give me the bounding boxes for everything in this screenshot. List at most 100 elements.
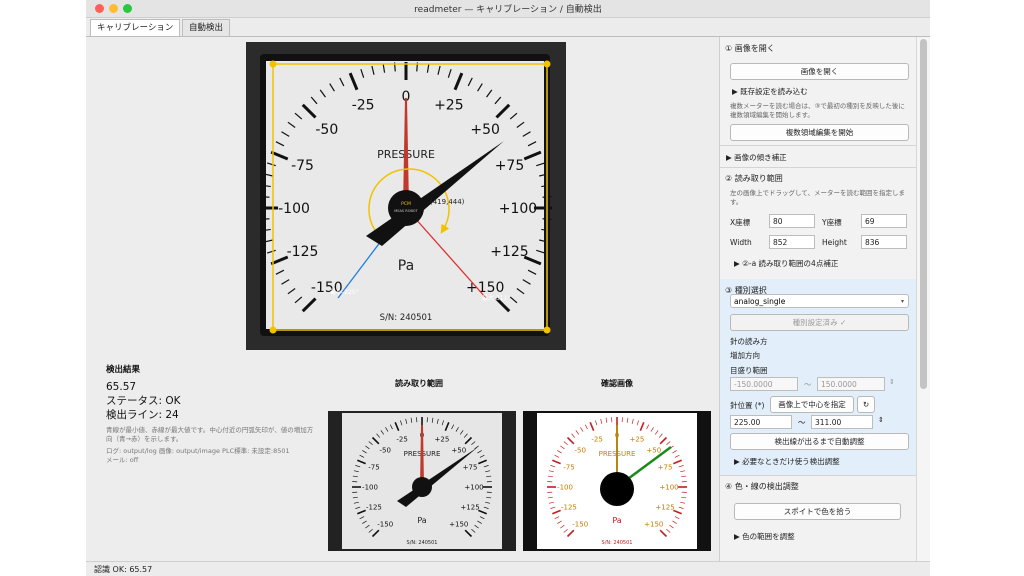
title-bar: readmeter — キャリブレーション / 自動検出 [86, 0, 930, 18]
gauge-minor-tick [260, 218, 270, 221]
thumb1-ticks-tick-label: -100 [362, 484, 378, 492]
thumb1-ticks-tick-label: +75 [463, 464, 478, 472]
gauge-unit: Pa [398, 258, 414, 274]
height-label: Height [822, 238, 847, 247]
gauge-tick-label: -125 [287, 244, 319, 260]
dropper-button[interactable]: スポイトで色を拾う [734, 503, 901, 520]
gauge-image[interactable]: -150 -125 -100 -75 -50 -25 0 +25 +50 +75 +100 +125 +… [246, 42, 566, 350]
max-angle-label: 最大 311° [482, 294, 510, 302]
thumb1-ticks-tick-label: -125 [366, 503, 382, 511]
selection-handle[interactable] [269, 60, 277, 68]
refresh-icon[interactable]: ↻ [857, 396, 875, 413]
image-area: -150 -125 -100 -75 -50 -25 0 +25 +50 +75 +100 +125 +… [86, 37, 719, 561]
multi-region-button[interactable]: 複数領域編集を開始 [730, 124, 909, 141]
scrollbar-thumb[interactable] [920, 39, 927, 389]
section-read-range: ② 読み取り範囲 左の画像上でドラッグして、メーターを読む範囲を指定します。 X… [720, 167, 916, 280]
angle-tilde: 〜 [798, 418, 806, 427]
gauge-tick-label: +125 [490, 244, 528, 260]
result-value: 65.57 [106, 381, 137, 393]
gauge-minor-tick [260, 195, 270, 198]
thumb2-ticks-tick-label: +25 [630, 435, 645, 443]
settings-panel: ① 画像を開く 画像を開く ▶ 既存設定を読み込む 複数メーターを読む場合は、③… [719, 37, 916, 561]
thumb2-serial: S/N: 240501 [602, 540, 633, 546]
thumb1-ticks-tick-label: +125 [460, 503, 479, 511]
range-stepper-icon[interactable]: ⇕ [889, 378, 895, 386]
thumb2-ticks-tick-label: +125 [655, 503, 674, 511]
result-title: 検出結果 [106, 365, 141, 375]
center-coord-label: (419,444) [430, 198, 465, 206]
read-range-title: 読み取り範囲 [395, 379, 443, 388]
thumb2-ticks-tick-label: -25 [591, 435, 602, 443]
thumb2-unit: Pa [612, 516, 621, 525]
result-status: ステータス: OK [106, 395, 181, 407]
thumb1-unit: Pa [417, 516, 426, 525]
section-4-title: ④ 色・線の検出調整 [725, 482, 799, 491]
selection-handle[interactable] [269, 326, 277, 334]
thumb1-serial: S/N: 240501 [407, 540, 438, 546]
gauge-tick-label: -100 [278, 201, 310, 217]
result-panel: 検出結果 65.57 ステータス: OK 検出ライン: 24 青線が最小値、赤線… [106, 363, 316, 465]
gauge-tick-label: -25 [352, 98, 375, 114]
tab-auto-detect[interactable]: 自動検出 [182, 19, 231, 36]
type-done-button[interactable]: 種別設定済み ✓ [730, 314, 909, 331]
thumb2-ticks-tick-label: -100 [557, 484, 573, 492]
panel-scrollbar[interactable] [916, 37, 930, 561]
thumb1-ticks-tick-label: +50 [451, 447, 466, 455]
window-title: readmeter — キャリブレーション / 自動検出 [414, 5, 602, 15]
x-input[interactable]: 80 [769, 214, 815, 228]
height-input[interactable]: 836 [861, 235, 907, 249]
range-min-input[interactable]: -150.0000 [730, 377, 798, 391]
section-open-image: ① 画像を開く 画像を開く ▶ 既存設定を読み込む 複数メーターを読む場合は、③… [720, 37, 916, 146]
width-label: Width [730, 238, 752, 247]
tab-calibration[interactable]: キャリブレーション [90, 19, 181, 36]
thumb1-ticks-tick-label: -25 [396, 435, 407, 443]
section-2-title: ② 読み取り範囲 [725, 174, 783, 183]
thumb1-ticks-tick-label: +150 [449, 520, 468, 528]
section-tilt: ▶ 画像の傾き補正 [720, 145, 916, 168]
section-type: ③ 種別選択 analog_single ▾ 種別設定済み ✓ 針の読み方 増加… [720, 279, 916, 476]
hub-text-1: PCM [401, 201, 411, 207]
color-range-toggle[interactable]: ▶ 色の範囲を調整 [734, 531, 795, 542]
gauge-tick-label: -50 [315, 122, 338, 138]
result-mail: メール: off [106, 456, 139, 464]
min-angle-label: 最小-225° [330, 288, 359, 296]
set-center-button[interactable]: 画像上で中心を指定 [770, 396, 854, 413]
needle-read-label: 針の読み方 [730, 337, 768, 346]
angle-max-input[interactable]: 311.00 [811, 415, 873, 429]
selection-handle[interactable] [543, 60, 551, 68]
open-image-button[interactable]: 画像を開く [730, 63, 909, 80]
load-settings-toggle[interactable]: ▶ 既存設定を読み込む [732, 86, 808, 97]
scale-range-label: 目盛り範囲 [730, 366, 768, 375]
gauge-tick-label: +75 [495, 158, 525, 174]
section-color: ④ 色・線の検出調整 スポイトで色を拾う ▶ 色の範囲を調整 [720, 475, 916, 561]
thumb1-ticks-tick-label: +100 [464, 484, 483, 492]
gauge-serial: S/N: 240501 [380, 313, 433, 323]
needed-adjust-toggle[interactable]: ▶ 必要なときだけ使う検出調整 [734, 456, 840, 467]
hub-text-2: MEAS ROBOT [394, 209, 418, 213]
y-input[interactable]: 69 [861, 214, 907, 228]
four-point-toggle[interactable]: ▶ ②-a 読み取り範囲の4点補正 [734, 258, 838, 269]
read-range-note: 左の画像上でドラッグして、メーターを読む範囲を指定します。 [730, 189, 905, 206]
thumb2-ticks-tick-label: -150 [572, 520, 588, 528]
width-input[interactable]: 852 [769, 235, 815, 249]
result-log: ログ: output/log 画像: output/image PLC標準: 未… [106, 447, 290, 455]
section-1-title: ① 画像を開く [725, 44, 775, 53]
type-select[interactable]: analog_single ▾ [730, 294, 909, 308]
thumb2-ticks-tick-label: -75 [563, 464, 574, 472]
increase-dir-label: 増加方向 [730, 351, 760, 360]
thumb1-ticks-tick-label: -150 [377, 520, 393, 528]
angle-min-input[interactable]: 225.00 [730, 415, 792, 429]
gauge-tick-label: -75 [291, 158, 314, 174]
angle-stepper-icon[interactable]: ⇕ [878, 416, 884, 424]
auto-adjust-button[interactable]: 検出線が出るまで自動調整 [730, 433, 909, 450]
tilt-toggle[interactable]: ▶ 画像の傾き補正 [726, 152, 787, 163]
selection-handle[interactable] [543, 326, 551, 334]
needle-pos-label: 針位置 (*) [730, 401, 765, 410]
result-note: 青線が最小値、赤線が最大値です。中心付近の円弧矢印が、値の増加方向（青→赤）を示… [106, 426, 314, 443]
range-max-input[interactable]: 150.0000 [817, 377, 885, 391]
gauge-image-svg: -150-125-100-75-50-250+25+50+75+100+125+… [246, 42, 566, 350]
needle-hub [388, 190, 424, 226]
tab-bar: キャリブレーション 自動検出 [86, 18, 930, 37]
thumb1-ticks-tick-label: +25 [435, 435, 450, 443]
thumb2-ticks-tick-label: +50 [646, 447, 661, 455]
